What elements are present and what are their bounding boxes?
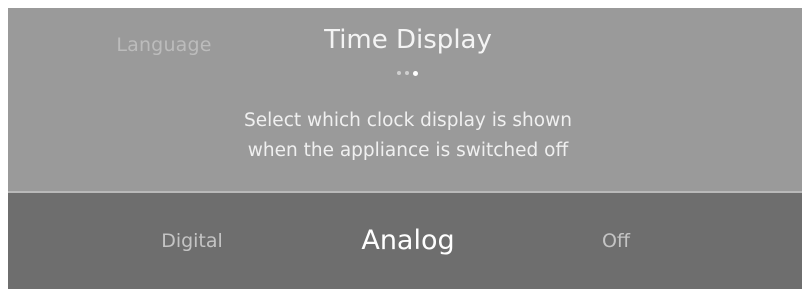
option-analog-selected[interactable]: Analog [338, 193, 478, 289]
previous-menu-link[interactable]: Language [108, 34, 220, 56]
description-text: Select which clock display is shown when… [218, 106, 598, 166]
header-panel: Language Time Display Select which clock… [8, 8, 802, 191]
page-dot-1 [397, 71, 401, 75]
page-dot-2 [405, 71, 409, 75]
page-dot-3-active [413, 70, 418, 76]
appliance-display: Language Time Display Select which clock… [8, 8, 802, 289]
page-indicator [391, 70, 431, 77]
description-line-2: when the appliance is switched off [247, 140, 569, 161]
page-title: Time Display [324, 25, 492, 55]
option-digital[interactable]: Digital [142, 193, 242, 289]
option-selector: Digital Analog Off [8, 193, 802, 289]
description-line-1: Select which clock display is shown [244, 110, 572, 131]
option-off[interactable]: Off [576, 193, 656, 289]
